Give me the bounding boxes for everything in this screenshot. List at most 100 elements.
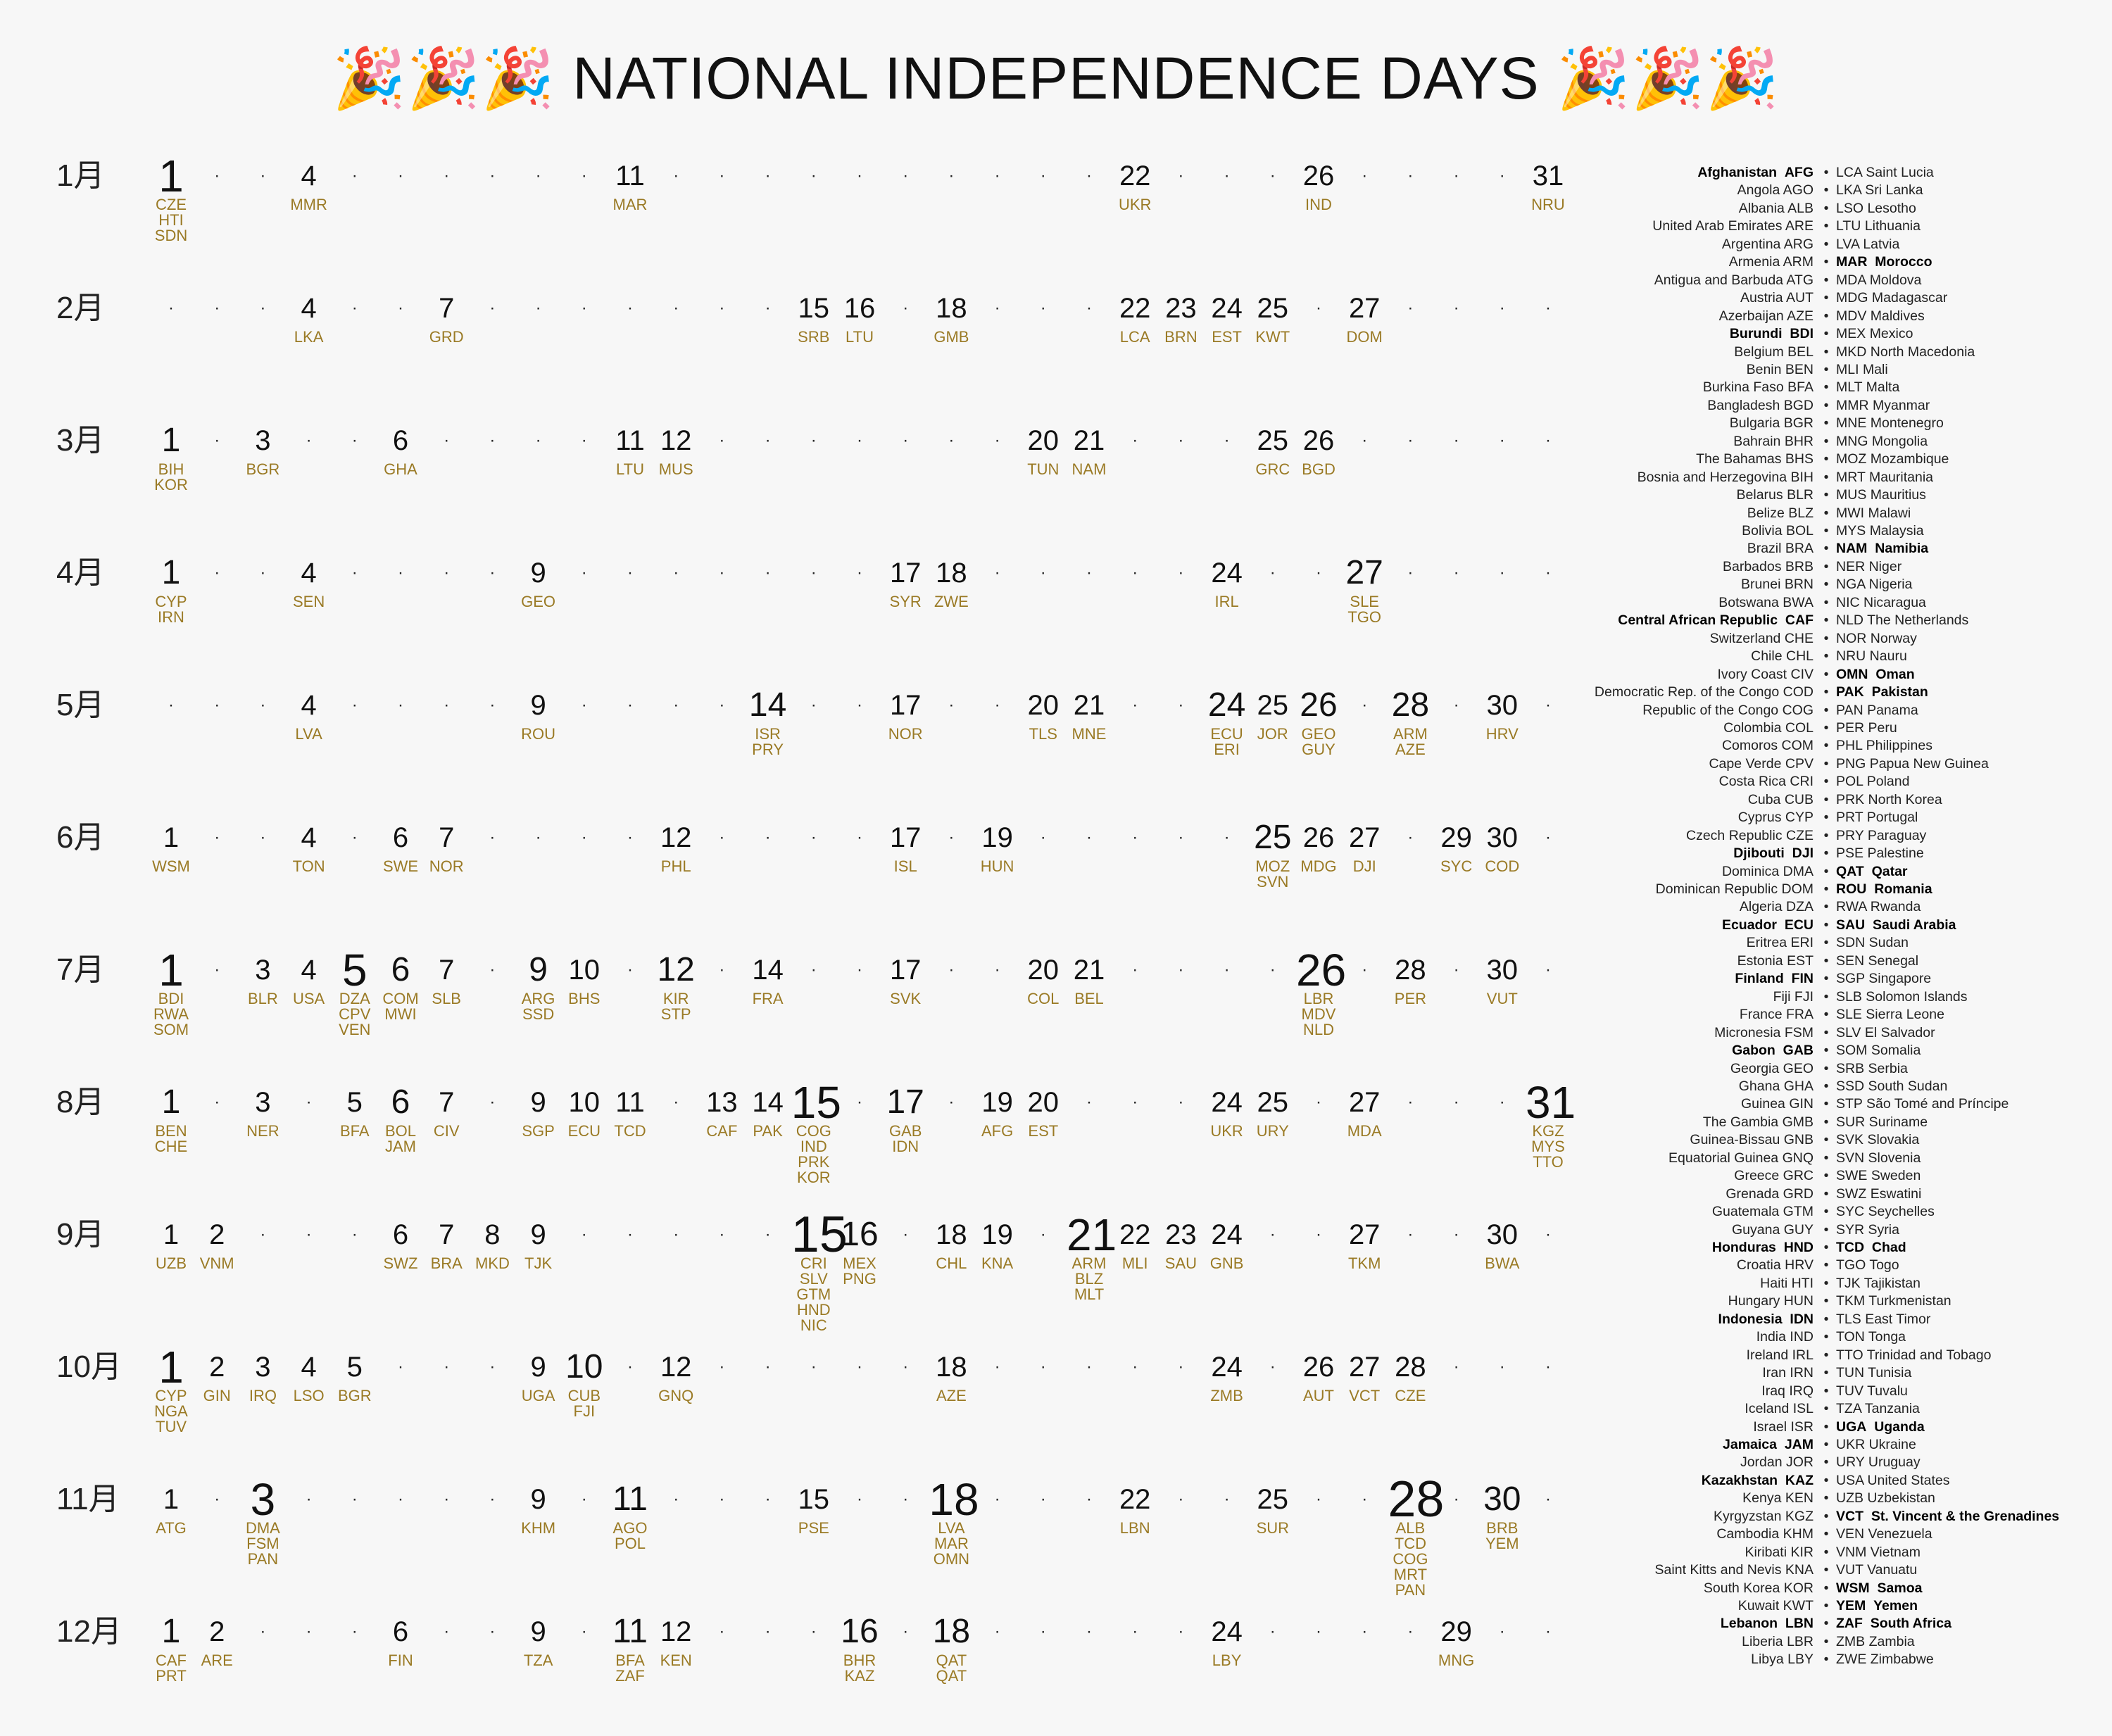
day-number: 17: [889, 558, 922, 589]
legend-separator-dot: •: [1823, 415, 1829, 432]
empty-day-dot: ·: [1407, 563, 1414, 582]
country-name: Tonga: [1868, 1329, 1906, 1345]
legend-separator-dot: •: [1823, 1454, 1829, 1471]
country-code: RWA: [1836, 899, 1867, 915]
empty-day-dot: ·: [903, 1357, 909, 1376]
legend-country-left: Chile CHL: [1751, 647, 1814, 665]
country-name: Austria: [1740, 290, 1783, 306]
legend-row: Kuwait KWT • YEM Yemen: [1549, 1597, 2112, 1615]
empty-day-dot: ·: [489, 696, 496, 715]
country-name: Nigeria: [1868, 577, 1913, 593]
empty-day-dot: ·: [1224, 166, 1230, 185]
day-cell: 19 KNA: [975, 1212, 1020, 1273]
country-name: Ghana: [1738, 1078, 1780, 1094]
country-code: GMB: [1782, 1114, 1814, 1130]
country-name: Zambia: [1868, 1633, 1915, 1649]
country-name: Cambodia: [1716, 1526, 1780, 1542]
day-cell: 25 SUR: [1250, 1477, 1295, 1537]
country-code: MKD: [1836, 344, 1867, 360]
country-code: BEN: [1785, 361, 1814, 377]
day-number: 30: [1486, 1219, 1519, 1250]
legend-country-right: MDV Maldives: [1836, 307, 1925, 325]
legend-country-right: SVN Slovenia: [1836, 1149, 1921, 1167]
legend-country-right: MUS Mauritius: [1836, 486, 1926, 504]
legend-row: Ireland IRL • TTO Trinidad and Tobago: [1549, 1346, 2112, 1364]
legend-country-right: SRB Serbia: [1836, 1059, 1908, 1078]
legend-row: Guyana GUY • SYR Syria: [1549, 1221, 2112, 1239]
country-code: UGA: [1836, 1419, 1867, 1435]
country-name: Iraq: [1761, 1383, 1785, 1399]
country-code: PNG: [1836, 755, 1866, 772]
empty-day-dot: ·: [535, 431, 541, 450]
day-cell: 17 SYR: [883, 551, 928, 611]
country-name: Trinidad and Tobago: [1866, 1347, 1992, 1363]
country-code: YEM: [1485, 1535, 1519, 1552]
country-code: NLD: [1836, 612, 1864, 629]
empty-day-dot: ·: [810, 960, 817, 979]
legend-country-right: PAK Pakistan: [1836, 683, 1928, 701]
month-label: 1月: [56, 158, 105, 193]
country-code: SRB: [1836, 1060, 1865, 1076]
legend-row: Belize BLZ • MWI Malawi: [1549, 504, 2112, 522]
country-code: BDI: [1790, 326, 1814, 342]
country-code: SLB: [432, 990, 461, 1007]
day-number: 6: [392, 1616, 409, 1647]
country-name: Bangladesh: [1707, 397, 1780, 413]
legend-country-left: Republic of the Congo COG: [1642, 701, 1814, 719]
country-name: Mauritius: [1870, 487, 1926, 503]
country-code: GNQ: [1782, 1150, 1814, 1166]
country-name: Lebanon: [1720, 1616, 1778, 1632]
empty-day-dot: ·: [1178, 960, 1184, 979]
day-number: 7: [439, 955, 455, 986]
country-name: Ecuador: [1721, 917, 1777, 933]
empty-day-dot: ·: [489, 960, 496, 979]
empty-day-dot: ·: [306, 1093, 312, 1112]
day-cell: 10 CUB FJI: [562, 1345, 607, 1421]
legend-row: Dominican Republic DOM • ROU Romania: [1549, 880, 2112, 898]
country-code: BGD: [1783, 397, 1814, 413]
day-number: 30: [1486, 955, 1519, 986]
legend-country-right: UGA Uganda: [1836, 1418, 1925, 1436]
day-cell: 9 ROU: [516, 683, 561, 743]
country-code: PSE: [798, 1519, 829, 1537]
legend-row: Hungary HUN • TKM Turkmenistan: [1549, 1292, 2112, 1310]
country-code: IND: [1790, 1329, 1814, 1345]
country-name: Republic of the Congo: [1642, 702, 1779, 718]
day-cell: 19 HUN: [975, 815, 1020, 876]
empty-day-dot: ·: [351, 166, 358, 185]
empty-day-dot: ·: [214, 166, 220, 185]
country-code: SEN: [292, 593, 325, 610]
country-code: FIN: [1791, 971, 1814, 987]
legend-row: Estonia EST • SEN Senegal: [1549, 952, 2112, 970]
empty-day-dot: ·: [1224, 1490, 1230, 1509]
empty-day-dot: ·: [1086, 1357, 1092, 1376]
day-number: 27: [1348, 1219, 1381, 1250]
country-code: LCA: [1836, 165, 1862, 180]
country-code: MWI: [1836, 505, 1865, 521]
country-code: NGA: [1836, 577, 1866, 593]
empty-day-dot: ·: [627, 696, 633, 715]
day-cell: 17 NOR: [883, 683, 928, 743]
country-code: SAU: [1836, 917, 1866, 933]
empty-day-dot: ·: [1132, 828, 1138, 847]
empty-day-dot: ·: [1316, 1490, 1321, 1509]
country-code: BRA: [1785, 541, 1814, 557]
day-number: 21: [1073, 955, 1105, 986]
day-number: 1: [158, 945, 184, 995]
legend-row: Dominica DMA • QAT Qatar: [1549, 862, 2112, 881]
country-name: Bolivia: [1742, 523, 1783, 539]
country-code: BOL: [1785, 523, 1814, 539]
country-code: ZAF: [1836, 1616, 1863, 1632]
country-name: Iran: [1762, 1365, 1786, 1381]
day-cell: 20 TUN: [1021, 418, 1066, 479]
empty-day-dot: ·: [1040, 1357, 1046, 1376]
empty-day-dot: ·: [1269, 1622, 1276, 1641]
country-name: Jamaica: [1723, 1436, 1777, 1452]
country-code: OMN: [1836, 666, 1868, 682]
country-code: FJI: [1794, 988, 1814, 1005]
country-name: Sweden: [1871, 1168, 1921, 1184]
legend-country-left: Ireland IRL: [1747, 1346, 1814, 1364]
legend-row: Democratic Rep. of the Congo COD • PAK Pak…: [1549, 683, 2112, 701]
empty-day-dot: ·: [719, 828, 725, 847]
month-label: 4月: [56, 555, 105, 590]
